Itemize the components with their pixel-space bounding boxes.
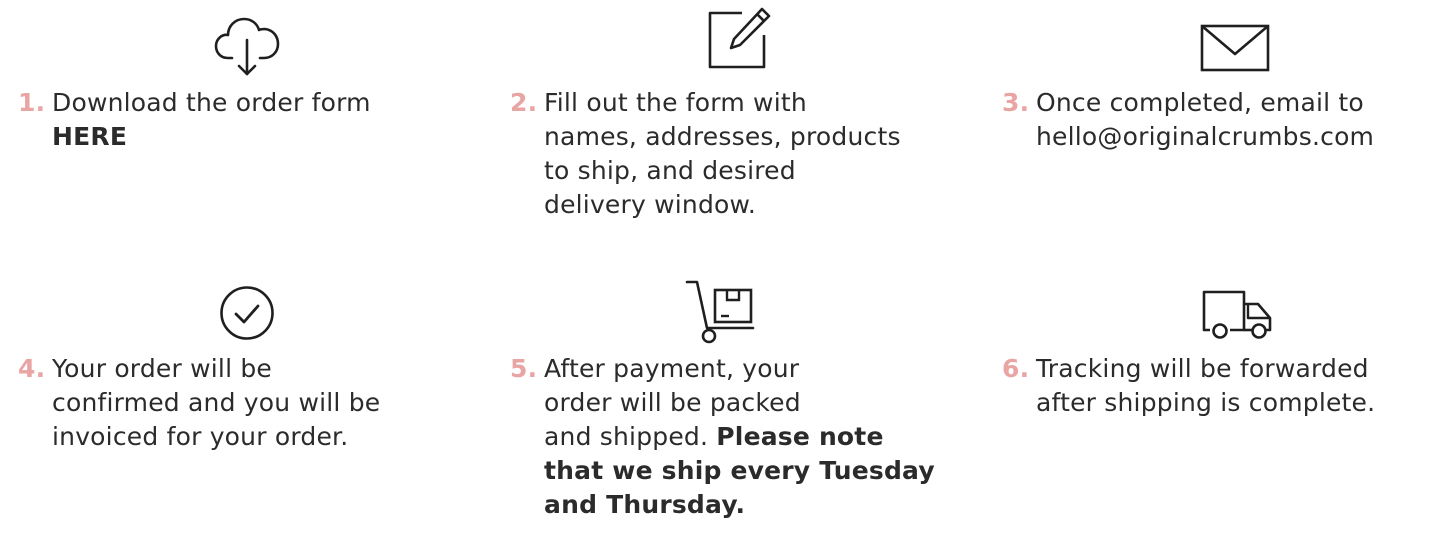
step-number: 3. [1002, 88, 1030, 117]
step-text: Once completed, email to [1036, 88, 1364, 117]
cloud-download-icon [214, 17, 280, 76]
step-text: and shipped. Please note [544, 420, 935, 454]
step-number: 5. [510, 354, 538, 383]
step-number: 6. [1002, 354, 1030, 383]
step-text: to ship, and desired [544, 156, 796, 185]
step-text: After payment, your [544, 354, 800, 383]
step-text: Tracking will be forwarded [1036, 354, 1369, 383]
step-text: Fill out the form with [544, 88, 807, 117]
shipping-note: that we ship every Tuesday [544, 456, 935, 485]
step-number: 1. [18, 88, 46, 117]
check-circle-icon [220, 286, 274, 340]
hand-truck-icon [685, 280, 755, 344]
shipping-note: and Thursday. [544, 490, 746, 519]
step-text: names, addresses, products [544, 122, 901, 151]
step-text: Download the order form [52, 88, 371, 117]
shipping-note: Please note [716, 422, 884, 451]
step-text: Your order will be [52, 354, 273, 383]
step-text: after shipping is complete. [1036, 388, 1376, 417]
email-address: hello@originalcrumbs.com [1036, 122, 1375, 151]
edit-form-icon [708, 7, 771, 69]
step-text: delivery window. [544, 190, 757, 219]
step-text: invoiced for your order. [52, 422, 349, 451]
step-text: confirmed and you will be [52, 388, 381, 417]
step-text: order will be packed [544, 388, 801, 417]
step-text-plain: and shipped. [544, 422, 717, 451]
envelope-icon [1200, 24, 1270, 72]
order-form-link[interactable]: HERE [52, 120, 371, 154]
step-number: 2. [510, 88, 538, 117]
step-number: 4. [18, 354, 46, 383]
delivery-truck-icon [1202, 290, 1272, 339]
